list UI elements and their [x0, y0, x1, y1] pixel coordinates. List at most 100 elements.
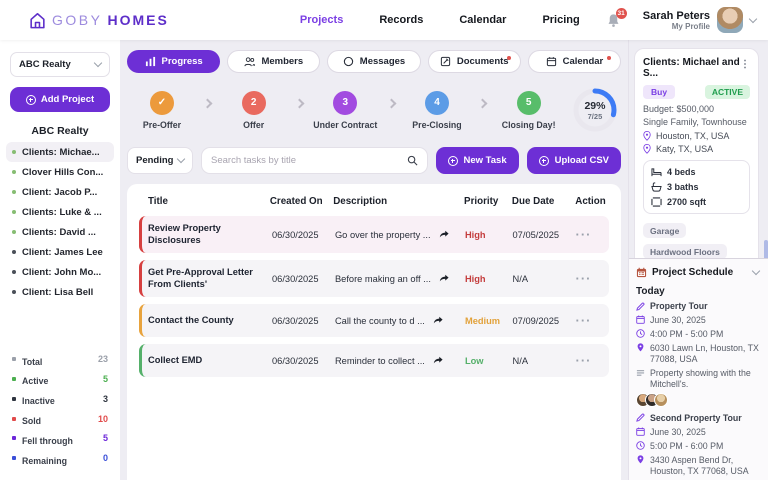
stat-value: 5 — [103, 433, 108, 443]
org-select[interactable]: ABC Realty — [10, 52, 110, 77]
task-search — [201, 147, 428, 174]
forward-arrow-icon[interactable] — [439, 274, 449, 283]
tab-messages[interactable]: Messages — [327, 50, 420, 73]
sidebar-project-item[interactable]: Clients: Michae... — [6, 142, 114, 162]
step-under-contract[interactable]: 3 Under Contract — [312, 91, 378, 130]
task-due-date: 07/05/2025 — [513, 230, 570, 240]
new-task-button[interactable]: New Task — [436, 147, 519, 174]
add-project-button[interactable]: Add Project — [10, 87, 110, 112]
house-logo-icon — [28, 11, 47, 30]
beds-feature: 4 beds — [651, 167, 696, 177]
sidebar-project-item[interactable]: Client: Lisa Bell — [6, 282, 114, 302]
app-logo: GOBYHOMES — [28, 11, 169, 30]
nav-item[interactable]: Pricing — [542, 14, 579, 26]
pencil-icon — [636, 302, 645, 311]
stat-row: Total 23 — [12, 349, 108, 369]
task-priority: High — [465, 274, 507, 284]
task-created-on: 06/30/2025 — [272, 316, 329, 326]
right-sidebar: Clients: Michael and S... Buy ACTIVE Bud… — [628, 40, 768, 480]
note-icon — [636, 368, 645, 377]
stat-row: Inactive 3 — [12, 389, 108, 409]
event-title: Second Property Tour — [636, 413, 759, 424]
status-dot — [12, 190, 16, 194]
event-time: 4:00 PM - 5:00 PM — [636, 329, 759, 340]
event-time: 5:00 PM - 6:00 PM — [636, 441, 759, 452]
kebab-menu-icon[interactable] — [740, 57, 750, 70]
search-input[interactable] — [211, 155, 401, 166]
location-pin-icon — [636, 455, 645, 464]
step-pre-offer[interactable]: ✓ Pre-Offer — [129, 91, 195, 130]
stat-row: Active 5 — [12, 369, 108, 389]
notification-badge: 31 — [616, 8, 627, 19]
row-actions-icon[interactable] — [575, 313, 609, 328]
tab-calendar[interactable]: Calendar — [528, 50, 621, 73]
table-row[interactable]: Review Property Disclosures 06/30/2025 G… — [139, 216, 609, 253]
left-sidebar: ABC Realty Add Project ABC Realty Client… — [0, 40, 120, 480]
row-actions-icon[interactable] — [575, 227, 609, 242]
table-row[interactable]: Get Pre-Approval Letter From Clients' 06… — [139, 260, 609, 297]
step-offer[interactable]: 2 Offer — [221, 91, 287, 130]
chart-icon — [145, 56, 156, 67]
notifications-button[interactable]: 31 — [606, 13, 621, 28]
logo-text-homes: HOMES — [107, 12, 168, 28]
stat-label: Sold — [22, 416, 41, 426]
step-marker: 5 — [517, 91, 541, 115]
sidebar-project-item[interactable]: Clover Hills Con... — [6, 162, 114, 182]
progress-fraction: 7/25 — [588, 112, 603, 121]
chevron-down-icon — [752, 267, 760, 275]
step-closing-day[interactable]: 5 Closing Day! — [496, 91, 562, 130]
chevron-down-icon — [177, 155, 185, 163]
search-icon[interactable] — [407, 155, 418, 166]
property-tag: Garage — [643, 223, 686, 238]
forward-arrow-icon[interactable] — [439, 230, 449, 239]
section-tabs: Progress Members Messages Documents Cale… — [127, 50, 621, 73]
row-actions-icon[interactable] — [575, 353, 609, 368]
table-row[interactable]: Collect EMD 06/30/2025 Reminder to colle… — [139, 344, 609, 377]
user-menu[interactable]: Sarah Peters My Profile — [643, 7, 756, 33]
progress-steps: ✓ Pre-Offer 2 Offer 3 Under Contract 4 P… — [129, 86, 619, 134]
task-due-date: 07/09/2025 — [513, 316, 570, 326]
project-label: Client: James Lee — [22, 247, 103, 258]
alert-dot — [607, 56, 611, 60]
nav-item[interactable]: Calendar — [459, 14, 506, 26]
sidebar-project-item[interactable]: Client: Jacob P... — [6, 182, 114, 202]
client-location: Katy, TX, USA — [643, 144, 750, 154]
tab-progress[interactable]: Progress — [127, 50, 220, 73]
client-location: Houston, TX, USA — [643, 131, 750, 141]
event-title: Property Tour — [636, 301, 759, 312]
tab-members[interactable]: Members — [227, 50, 320, 73]
sidebar-project-item[interactable]: Clients: David ... — [6, 222, 114, 242]
main-content: Progress Members Messages Documents Cale… — [120, 40, 628, 480]
sidebar-project-item[interactable]: Client: John Mo... — [6, 262, 114, 282]
nav-item[interactable]: Records — [379, 14, 423, 26]
forward-arrow-icon[interactable] — [433, 316, 443, 325]
type-badge: Buy — [643, 85, 675, 99]
schedule-event[interactable]: Second Property Tour June 30, 2025 5:00 … — [636, 413, 759, 480]
task-filter-row: Pending New Task Upload CSV — [127, 147, 621, 174]
tab-documents[interactable]: Documents — [428, 50, 521, 73]
upload-csv-button[interactable]: Upload CSV — [527, 147, 621, 174]
calendar-icon — [636, 315, 645, 324]
row-actions-icon[interactable] — [575, 271, 609, 286]
status-filter-select[interactable]: Pending — [127, 147, 193, 174]
property-features: 4 beds 3 baths 2700 sqft — [643, 160, 750, 214]
task-created-on: 06/30/2025 — [272, 274, 329, 284]
sidebar-project-item[interactable]: Client: James Lee — [6, 242, 114, 262]
forward-arrow-icon[interactable] — [433, 356, 443, 365]
task-title: Contact the County — [142, 315, 266, 327]
chevron-right-icon — [386, 98, 396, 108]
nav-item[interactable]: Projects — [300, 14, 343, 26]
schedule-day-label: Today — [636, 286, 759, 297]
step-marker: 2 — [242, 91, 266, 115]
area-icon — [651, 197, 662, 207]
step-marker: ✓ — [150, 91, 174, 115]
project-label: Clients: Michae... — [22, 147, 100, 158]
location-pin-icon — [636, 343, 645, 352]
sidebar-project-item[interactable]: Clients: Luke & ... — [6, 202, 114, 222]
sidebar-group-title: ABC Realty — [0, 125, 120, 137]
schedule-header[interactable]: Project Schedule — [636, 267, 759, 278]
stat-row: Remaining 0 — [12, 448, 108, 468]
schedule-event[interactable]: Property Tour June 30, 2025 4:00 PM - 5:… — [636, 301, 759, 407]
step-pre-closing[interactable]: 4 Pre-Closing — [404, 91, 470, 130]
table-row[interactable]: Contact the County 06/30/2025 Call the c… — [139, 304, 609, 337]
